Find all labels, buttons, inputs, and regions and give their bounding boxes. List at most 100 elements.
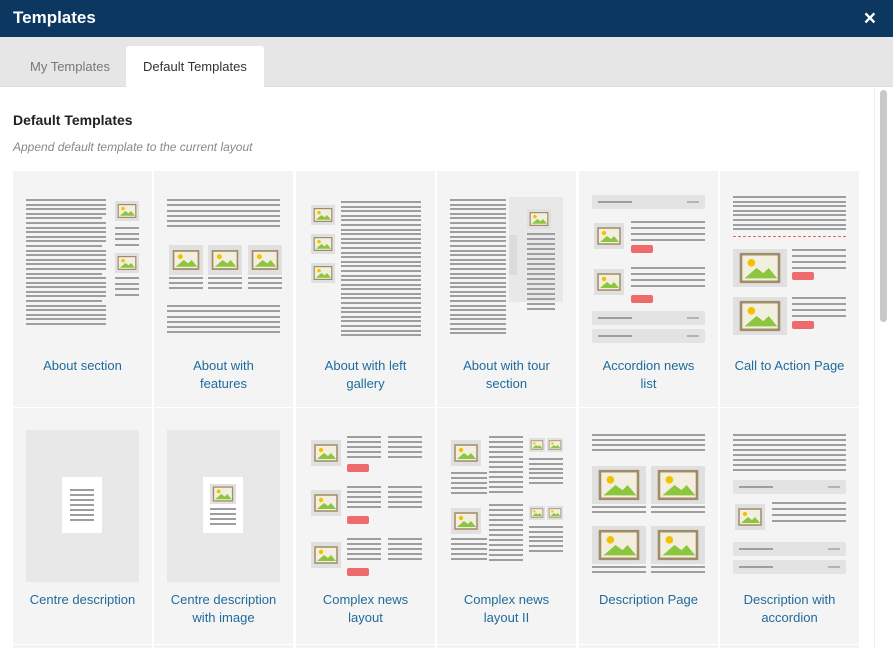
image-placeholder-icon — [115, 253, 139, 273]
template-label-line1: Description Page — [599, 592, 698, 607]
image-placeholder-icon — [115, 201, 139, 221]
template-card[interactable]: Description with accordion — [720, 408, 859, 644]
text-lines — [388, 538, 422, 563]
image-placeholder-icon — [451, 440, 481, 466]
text-lines — [70, 489, 94, 524]
template-card[interactable]: Call to Action Page — [720, 171, 859, 407]
close-icon[interactable]: × — [864, 8, 876, 29]
text-lines — [210, 508, 236, 528]
image-placeholder-icon — [592, 526, 646, 564]
text-lines — [772, 502, 846, 526]
text-lines — [248, 277, 282, 292]
template-thumbnail — [13, 171, 152, 341]
template-thumbnail — [437, 171, 576, 341]
text-lines — [631, 267, 705, 291]
template-card[interactable]: Complex news layout II — [437, 408, 576, 644]
scrollbar-thumb[interactable] — [880, 90, 887, 322]
text-lines — [592, 566, 646, 576]
template-label-line2: section — [485, 376, 528, 391]
template-label-line1: Call to Action Page — [734, 358, 845, 373]
tab-bar: My Templates Default Templates — [0, 37, 893, 87]
button-shape — [347, 516, 369, 524]
image-placeholder-icon — [651, 466, 705, 504]
template-label-line1: Centre description — [29, 592, 136, 607]
tab-my-templates[interactable]: My Templates — [13, 46, 127, 87]
image-placeholder-icon — [451, 508, 481, 534]
template-thumbnail — [296, 171, 435, 341]
image-placeholder-icon — [248, 245, 282, 275]
section-subtitle: Append default template to the current l… — [13, 140, 253, 154]
button-shape — [631, 295, 653, 303]
template-label-line1: About with — [193, 358, 254, 373]
template-card[interactable]: Accordion news list — [579, 171, 718, 407]
image-placeholder-icon — [311, 234, 335, 254]
image-placeholder-icon — [733, 297, 787, 335]
text-lines — [489, 436, 523, 496]
scrollbar[interactable] — [874, 88, 891, 648]
template-card[interactable]: About with tour section — [437, 171, 576, 407]
template-card[interactable]: About with features — [154, 171, 293, 407]
template-label-line1: About section — [43, 358, 122, 373]
text-lines — [792, 297, 846, 321]
text-lines — [26, 199, 106, 328]
template-label-line1: Centre description — [170, 592, 277, 607]
text-lines — [733, 434, 846, 474]
button-shape — [347, 568, 369, 576]
text-lines — [341, 201, 421, 339]
tab-default-templates[interactable]: Default Templates — [126, 46, 264, 87]
section-title: Default Templates — [13, 112, 133, 128]
template-label-line1: Complex news — [463, 592, 550, 607]
templates-panel: Default Templates Append default templat… — [0, 88, 872, 648]
text-lines — [451, 538, 487, 563]
template-label: Complex news layout II — [441, 591, 572, 627]
template-card[interactable]: Description Page — [579, 408, 718, 644]
accordion-bar — [733, 542, 846, 556]
image-placeholder-icon — [733, 249, 787, 287]
template-card[interactable]: About section — [13, 171, 152, 407]
text-lines — [529, 540, 563, 555]
text-lines — [592, 506, 646, 516]
text-lines — [167, 305, 280, 337]
template-label-line2: layout — [348, 610, 383, 625]
text-lines — [388, 436, 422, 461]
button-shape — [792, 321, 814, 329]
window-title: Templates — [13, 8, 96, 27]
text-lines — [347, 538, 381, 563]
text-lines — [347, 486, 381, 511]
accordion-bar — [592, 195, 705, 209]
template-label: Accordion news list — [583, 357, 714, 393]
text-lines — [529, 526, 563, 541]
template-label: Centre description with image — [158, 591, 289, 627]
template-label: Description Page — [583, 591, 714, 609]
text-lines — [792, 249, 846, 273]
template-label-line1: About with left — [324, 358, 407, 373]
template-label: Description with accordion — [724, 591, 855, 627]
text-lines — [115, 277, 139, 299]
image-placeholder-icon — [592, 466, 646, 504]
text-lines — [169, 277, 203, 292]
template-card[interactable]: Complex news layout — [296, 408, 435, 644]
template-thumbnail — [154, 171, 293, 341]
accordion-bar — [592, 329, 705, 343]
template-thumbnail — [579, 171, 718, 343]
text-lines — [592, 434, 705, 454]
image-placeholder-icon — [311, 542, 341, 568]
text-lines — [631, 221, 705, 245]
button-shape — [347, 464, 369, 472]
text-lines — [527, 233, 555, 313]
template-card[interactable]: About with left gallery — [296, 171, 435, 407]
template-thumbnail — [154, 408, 293, 582]
template-thumbnail — [720, 408, 859, 578]
template-card[interactable]: Centre description with image — [154, 408, 293, 644]
template-thumbnail — [579, 408, 718, 578]
image-placeholder-icon — [527, 209, 551, 229]
text-lines — [347, 436, 381, 461]
accordion-bar — [592, 311, 705, 325]
template-thumbnail — [720, 171, 859, 341]
image-placeholder-icon — [210, 484, 236, 504]
template-card[interactable]: Centre description — [13, 408, 152, 644]
text-lines — [450, 199, 506, 337]
button-shape — [792, 272, 814, 280]
image-placeholder-icon — [651, 526, 705, 564]
image-placeholder-icon — [735, 504, 765, 530]
